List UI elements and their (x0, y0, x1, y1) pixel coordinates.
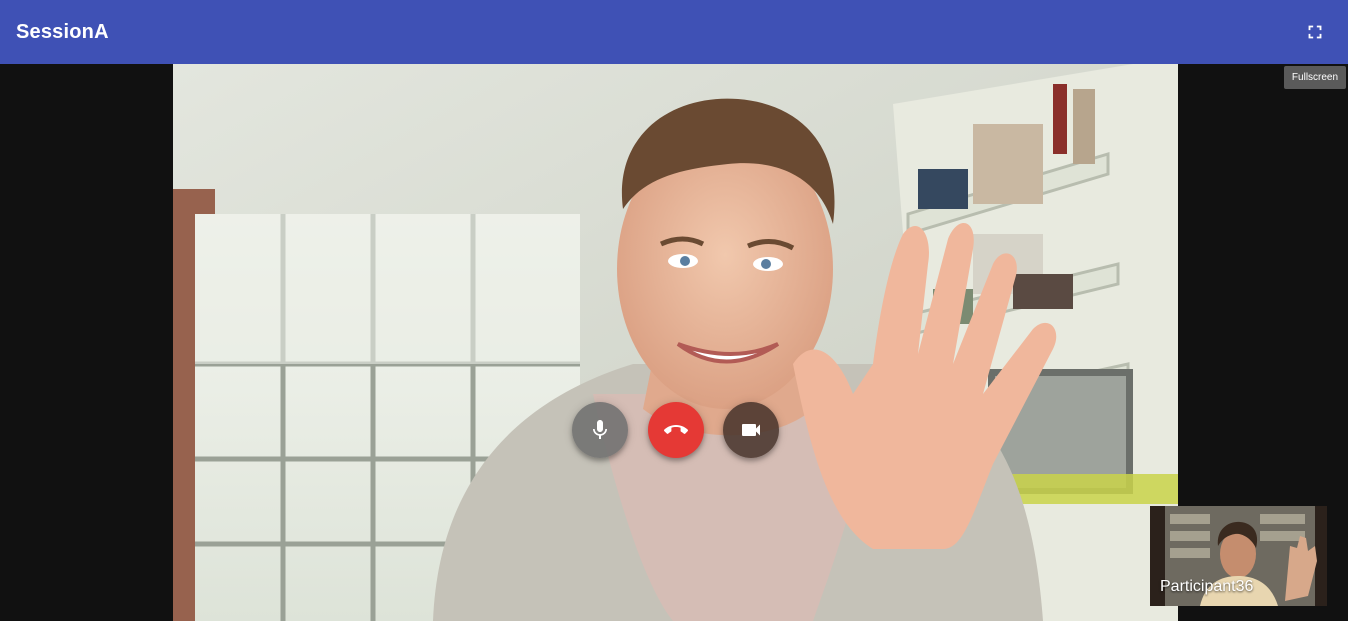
fullscreen-icon (1308, 25, 1322, 39)
hangup-button[interactable] (648, 402, 704, 458)
participant-name: Participant36 (1160, 578, 1254, 595)
mic-button[interactable] (572, 402, 628, 458)
participant-thumbnail[interactable]: Participant36 (1150, 506, 1327, 606)
fullscreen-tooltip: Fullscreen (1284, 66, 1346, 89)
video-session-app: SessionA Fullscreen Participant36 (0, 0, 1348, 621)
top-toolbar: SessionA (0, 0, 1348, 64)
call-end-icon (664, 425, 688, 434)
camera-button[interactable] (723, 402, 779, 458)
session-title: SessionA (16, 21, 109, 43)
main-video-image (173, 64, 1178, 621)
fullscreen-button[interactable] (1295, 12, 1335, 52)
microphone-icon (593, 420, 607, 439)
main-video-feed (173, 64, 1178, 621)
videocam-icon (742, 424, 760, 436)
